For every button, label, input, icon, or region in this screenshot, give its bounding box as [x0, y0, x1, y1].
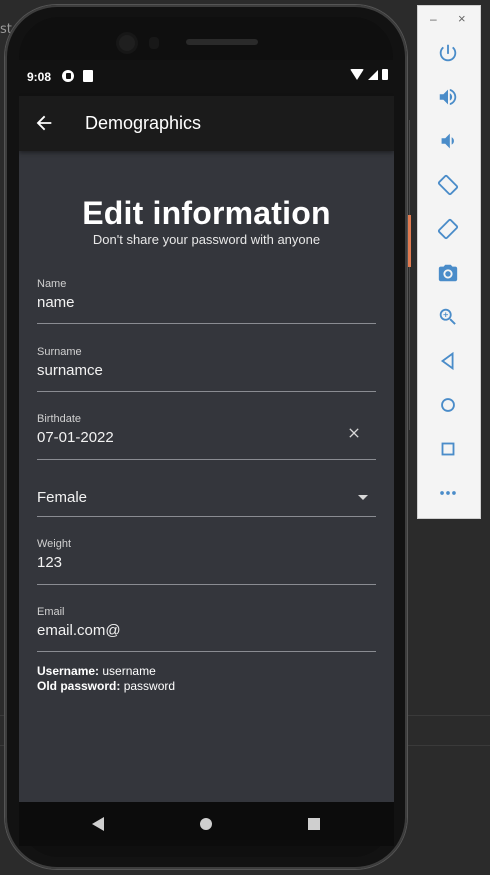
birthdate-field[interactable]: Birthdate 07-01-2022 [37, 413, 376, 460]
volume-down-button[interactable] [433, 126, 463, 156]
home-button[interactable] [433, 390, 463, 420]
more-icon [440, 491, 456, 495]
power-button[interactable] [433, 38, 463, 68]
front-camera [119, 35, 135, 51]
old-password-label: Old password: [37, 679, 121, 693]
surname-label: Surname [37, 346, 82, 358]
weight-underline [37, 584, 376, 585]
nav-overview-icon[interactable] [308, 818, 320, 830]
wifi-icon [350, 69, 364, 80]
weight-input[interactable]: 123 [37, 554, 376, 571]
notification-icon [62, 70, 74, 82]
name-input[interactable]: name [37, 294, 376, 311]
surname-underline [37, 391, 376, 392]
home-icon [441, 398, 455, 412]
weight-field[interactable]: Weight 123 [37, 538, 376, 585]
sensor [149, 37, 159, 49]
minimize-button[interactable]: – [430, 12, 437, 26]
name-field[interactable]: Name name [37, 278, 376, 324]
zoom-icon [439, 308, 456, 325]
birthdate-input[interactable]: 07-01-2022 [37, 429, 376, 446]
sd-card-icon [83, 70, 93, 82]
page-title: Demographics [85, 113, 202, 133]
gender-dropdown[interactable]: Female [37, 473, 376, 517]
surname-input[interactable]: surnamce [37, 362, 376, 379]
volume-up-icon [439, 88, 457, 106]
birthdate-label: Birthdate [37, 413, 82, 425]
close-button[interactable]: × [458, 11, 466, 26]
clear-icon[interactable] [346, 425, 362, 441]
username-row: Username: username [37, 664, 175, 679]
navigation-bar [19, 802, 394, 846]
rotate-right-button[interactable] [433, 214, 463, 244]
status-icons [350, 69, 388, 80]
battery-icon [382, 69, 388, 80]
signal-icon [368, 69, 378, 80]
email-label: Email [37, 606, 65, 618]
rotate-left-icon [437, 174, 459, 196]
birthdate-underline [37, 459, 376, 460]
screenshot-button[interactable] [433, 258, 463, 288]
emulator-toolbar: – × [417, 5, 481, 519]
email-field[interactable]: Email email.com@ [37, 606, 376, 652]
email-input[interactable]: email.com@ [37, 622, 376, 639]
host-side-tab [408, 215, 411, 267]
gender-underline [37, 516, 376, 517]
form-heading: Edit information [82, 195, 331, 231]
gender-selected-value: Female [37, 489, 88, 506]
account-info: Username: username Old password: passwor… [37, 664, 175, 694]
username-value: username [102, 664, 156, 678]
volume-up-button[interactable] [433, 82, 463, 112]
back-arrow-icon[interactable] [33, 112, 55, 134]
overview-button[interactable] [433, 434, 463, 464]
form-subheading: Don't share your password with anyone [92, 232, 321, 247]
status-bar: 9:08 [19, 60, 394, 96]
more-button[interactable] [433, 478, 463, 508]
power-icon [439, 44, 457, 62]
nav-home-icon[interactable] [200, 818, 212, 830]
rotate-left-button[interactable] [433, 170, 463, 200]
status-time: 9:08 [27, 70, 52, 84]
email-underline [37, 651, 376, 652]
weight-label: Weight [37, 538, 72, 550]
old-password-value: password [123, 679, 176, 693]
app-screen: 9:08 Demographics Edit information Don't… [19, 60, 394, 802]
name-underline [37, 323, 376, 324]
app-bar: Demographics [19, 96, 394, 151]
earpiece-speaker [186, 39, 258, 45]
rotate-right-icon [437, 218, 459, 240]
zoom-button[interactable] [433, 302, 463, 332]
name-label: Name [37, 278, 67, 290]
old-password-row: Old password: password [37, 679, 175, 694]
username-label: Username: [37, 664, 100, 678]
overview-icon [441, 442, 455, 456]
volume-down-icon [441, 133, 454, 149]
surname-field[interactable]: Surname surnamce [37, 346, 376, 392]
camera-icon [438, 264, 458, 282]
chevron-down-icon[interactable] [358, 495, 368, 500]
nav-back-icon[interactable] [92, 817, 104, 831]
back-icon [440, 351, 454, 371]
host-divider [409, 120, 410, 430]
back-button[interactable] [433, 346, 463, 376]
